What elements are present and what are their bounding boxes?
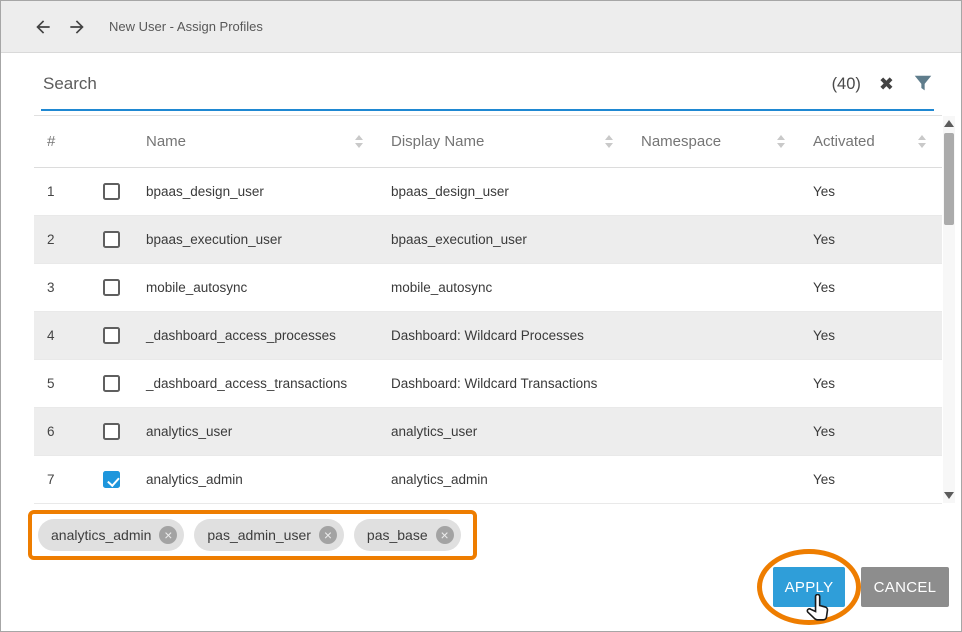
row-checkbox[interactable] xyxy=(103,327,120,344)
profile-chip: pas_admin_user × xyxy=(194,519,344,551)
cell-namespace xyxy=(629,264,801,312)
row-number: 7 xyxy=(34,456,96,504)
row-checkbox[interactable] xyxy=(103,423,120,440)
column-header-number: # xyxy=(47,133,55,150)
cell-name: mobile_autosync xyxy=(134,264,379,312)
chip-label: analytics_admin xyxy=(51,527,151,543)
cell-activated: Yes xyxy=(801,168,942,216)
table-row[interactable]: 3 mobile_autosync mobile_autosync Yes xyxy=(34,264,942,312)
row-checkbox[interactable] xyxy=(103,183,120,200)
cell-activated: Yes xyxy=(801,360,942,408)
row-checkbox[interactable] xyxy=(103,279,120,296)
cell-name: _dashboard_access_processes xyxy=(134,312,379,360)
cell-display-name: Dashboard: Wildcard Processes xyxy=(379,312,629,360)
dialog-header: New User - Assign Profiles xyxy=(1,1,961,53)
chip-label: pas_admin_user xyxy=(207,527,311,543)
table-row[interactable]: 4 _dashboard_access_processes Dashboard:… xyxy=(34,312,942,360)
row-number: 1 xyxy=(34,168,96,216)
cell-namespace xyxy=(629,408,801,456)
apply-button-area: APPLY xyxy=(773,567,845,607)
profile-chip: analytics_admin × xyxy=(38,519,184,551)
table-row[interactable]: 5 _dashboard_access_transactions Dashboa… xyxy=(34,360,942,408)
sort-icon[interactable] xyxy=(355,135,363,148)
search-section: (40) ✖ xyxy=(1,53,961,115)
cell-display-name: mobile_autosync xyxy=(379,264,629,312)
cell-name: analytics_user xyxy=(134,408,379,456)
back-icon[interactable] xyxy=(33,17,53,37)
scroll-up-icon[interactable] xyxy=(944,120,954,127)
page-title: New User - Assign Profiles xyxy=(109,19,263,34)
annotation-chips-highlight: analytics_admin × pas_admin_user × pas_b… xyxy=(28,510,477,560)
cell-activated: Yes xyxy=(801,216,942,264)
scroll-down-icon[interactable] xyxy=(944,492,954,499)
cell-display-name: Dashboard: Wildcard Transactions xyxy=(379,360,629,408)
cell-name: bpaas_execution_user xyxy=(134,216,379,264)
cell-namespace xyxy=(629,216,801,264)
row-checkbox[interactable] xyxy=(103,231,120,248)
profiles-table: # Name Display Name Namespace Activated … xyxy=(34,115,942,504)
clear-search-icon[interactable]: ✖ xyxy=(879,75,894,93)
row-number: 5 xyxy=(34,360,96,408)
cell-activated: Yes xyxy=(801,456,942,504)
search-input[interactable] xyxy=(41,73,814,95)
cell-display-name: bpaas_design_user xyxy=(379,168,629,216)
cell-namespace xyxy=(629,168,801,216)
column-header-namespace: Namespace xyxy=(641,133,721,150)
vertical-scrollbar[interactable] xyxy=(943,116,955,503)
sort-icon[interactable] xyxy=(605,135,613,148)
row-number: 2 xyxy=(34,216,96,264)
column-header-name: Name xyxy=(146,133,186,150)
cell-name: bpaas_design_user xyxy=(134,168,379,216)
cell-namespace xyxy=(629,456,801,504)
chip-remove-icon[interactable]: × xyxy=(436,526,454,544)
cell-namespace xyxy=(629,360,801,408)
dialog-footer: APPLY CANCEL xyxy=(1,560,961,607)
assign-profiles-dialog: New User - Assign Profiles (40) ✖ # Name xyxy=(0,0,962,632)
chip-label: pas_base xyxy=(367,527,428,543)
search-bar: (40) ✖ xyxy=(41,59,934,111)
table-row[interactable]: 7 analytics_admin analytics_admin Yes xyxy=(34,456,942,504)
filter-funnel-icon[interactable] xyxy=(912,73,934,95)
row-number: 6 xyxy=(34,408,96,456)
cell-activated: Yes xyxy=(801,264,942,312)
sort-icon[interactable] xyxy=(918,135,926,148)
result-count: (40) xyxy=(832,75,861,94)
cell-display-name: analytics_admin xyxy=(379,456,629,504)
cancel-button[interactable]: CANCEL xyxy=(861,567,949,607)
chip-remove-icon[interactable]: × xyxy=(319,526,337,544)
table-row[interactable]: 2 bpaas_execution_user bpaas_execution_u… xyxy=(34,216,942,264)
apply-button[interactable]: APPLY xyxy=(773,567,845,607)
profiles-table-region: # Name Display Name Namespace Activated … xyxy=(1,115,961,504)
chip-remove-icon[interactable]: × xyxy=(159,526,177,544)
table-header-row: # Name Display Name Namespace Activated xyxy=(34,116,942,168)
table-row[interactable]: 1 bpaas_design_user bpaas_design_user Ye… xyxy=(34,168,942,216)
cell-display-name: analytics_user xyxy=(379,408,629,456)
cell-name: analytics_admin xyxy=(134,456,379,504)
profile-chip: pas_base × xyxy=(354,519,461,551)
cell-activated: Yes xyxy=(801,408,942,456)
sort-icon[interactable] xyxy=(777,135,785,148)
column-header-display-name: Display Name xyxy=(391,133,484,150)
cell-namespace xyxy=(629,312,801,360)
cell-display-name: bpaas_execution_user xyxy=(379,216,629,264)
row-number: 3 xyxy=(34,264,96,312)
column-header-activated: Activated xyxy=(813,133,875,150)
forward-icon[interactable] xyxy=(67,17,87,37)
row-checkbox[interactable] xyxy=(103,375,120,392)
table-row[interactable]: 6 analytics_user analytics_user Yes xyxy=(34,408,942,456)
cell-name: _dashboard_access_transactions xyxy=(134,360,379,408)
row-checkbox[interactable] xyxy=(103,471,120,488)
scrollbar-thumb[interactable] xyxy=(944,133,954,225)
selected-profiles-section: analytics_admin × pas_admin_user × pas_b… xyxy=(1,504,961,560)
row-number: 4 xyxy=(34,312,96,360)
cell-activated: Yes xyxy=(801,312,942,360)
